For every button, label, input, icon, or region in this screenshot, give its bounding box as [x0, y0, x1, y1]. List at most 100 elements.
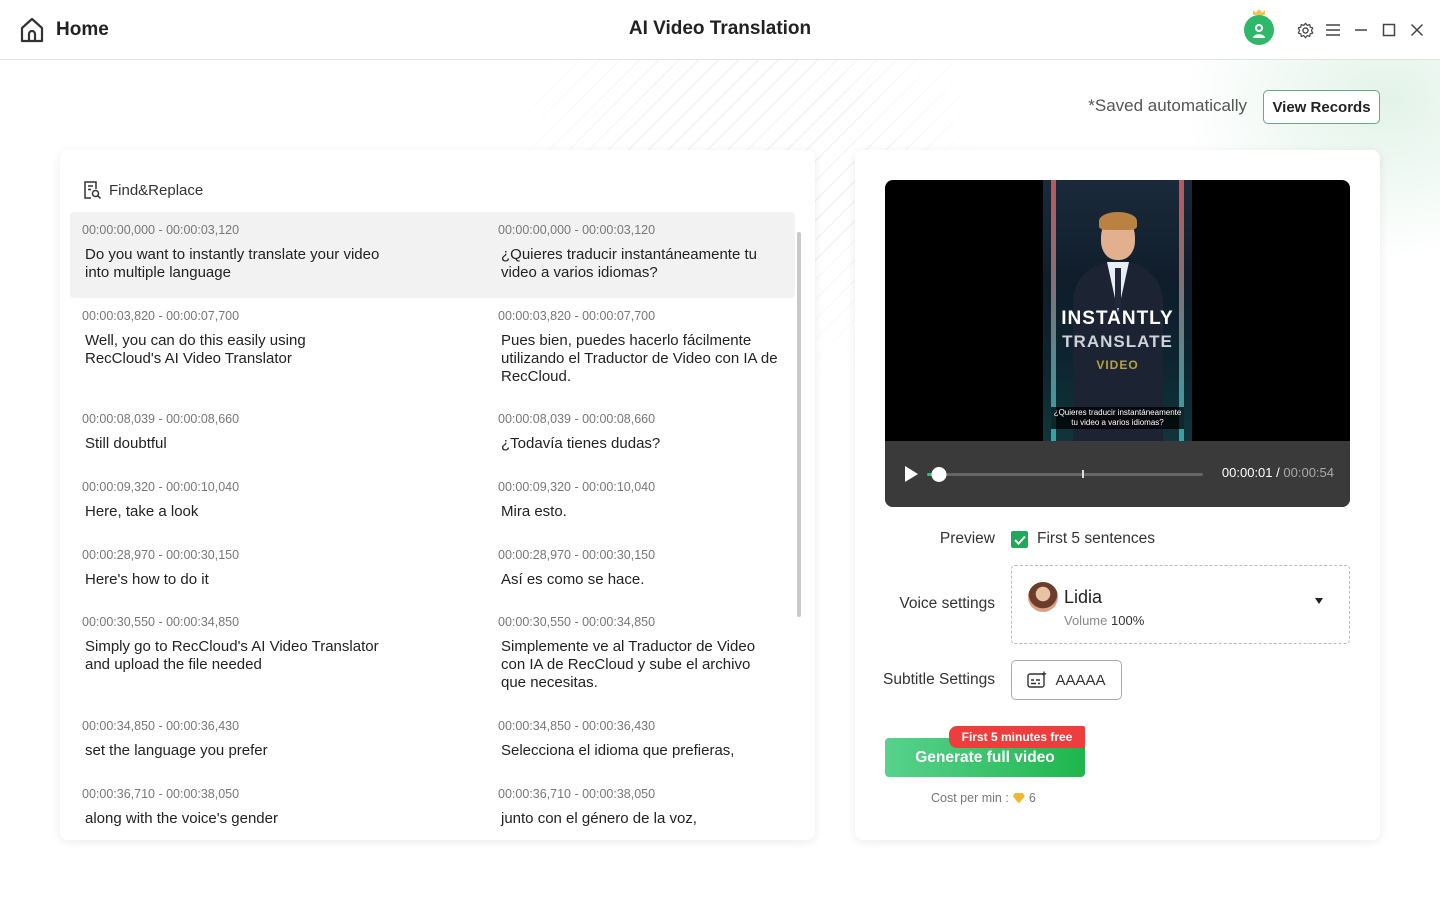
seek-bar-marker: [1082, 470, 1084, 478]
menu-button[interactable]: [1324, 21, 1342, 39]
preview-label: Preview: [939, 530, 995, 547]
subtitle-list: 00:00:00,000 - 00:00:03,120 Do you want t…: [70, 212, 795, 840]
translated-text[interactable]: Así es como se hace.: [498, 571, 778, 589]
subtitle-row[interactable]: 00:00:30,550 - 00:00:34,850 Simply go to …: [70, 604, 795, 708]
settings-button[interactable]: [1296, 21, 1314, 39]
maximize-icon: [1382, 23, 1396, 37]
preview-settings-panel: INSTANTLY TRANSLATE VIDEO ¿Quieres tradu…: [855, 150, 1380, 840]
video-player: INSTANTLY TRANSLATE VIDEO ¿Quieres tradu…: [885, 180, 1350, 507]
video-frame[interactable]: INSTANTLY TRANSLATE VIDEO ¿Quieres tradu…: [1043, 180, 1192, 441]
diamond-icon: [1012, 792, 1025, 804]
subtitle-row[interactable]: 00:00:36,710 - 00:00:38,050 along with th…: [70, 776, 795, 840]
scrollbar[interactable]: [797, 232, 801, 617]
target-column: 00:00:28,970 - 00:00:30,150 Así es como s…: [498, 547, 778, 589]
translated-text[interactable]: Pues bien, puedes hacerlo fácilmente uti…: [498, 332, 778, 386]
free-minutes-badge: First 5 minutes free: [949, 726, 1085, 748]
target-timestamp: 00:00:09,320 - 00:00:10,040: [498, 480, 656, 494]
find-replace-button[interactable]: Find&Replace: [82, 180, 203, 200]
video-title-line3: VIDEO: [1096, 358, 1139, 372]
dropdown-arrow-icon[interactable]: [1315, 598, 1323, 604]
source-text[interactable]: Still doubtful: [82, 435, 382, 453]
subtitle-row[interactable]: 00:00:00,000 - 00:00:03,120 Do you want t…: [70, 212, 795, 298]
source-timestamp: 00:00:28,970 - 00:00:30,150: [82, 548, 240, 562]
cost-label: Cost per min :: [931, 791, 1009, 805]
source-text[interactable]: set the language you prefer: [82, 742, 382, 760]
source-timestamp: 00:00:09,320 - 00:00:10,040: [82, 480, 240, 494]
source-column: 00:00:30,550 - 00:00:34,850 Simply go to …: [82, 614, 382, 674]
home-button[interactable]: Home: [18, 15, 109, 45]
source-timestamp: 00:00:08,039 - 00:00:08,660: [82, 412, 240, 426]
source-column: 00:00:09,320 - 00:00:10,040 Here, take a …: [82, 479, 382, 521]
player-controls: 00:00:01 / 00:00:54: [885, 441, 1350, 507]
translated-text[interactable]: ¿Todavía tienes dudas?: [498, 435, 778, 453]
close-button[interactable]: [1408, 21, 1426, 39]
source-timestamp: 00:00:00,000 - 00:00:03,120: [82, 223, 240, 237]
voice-name: Lidia: [1064, 587, 1103, 607]
title-bar: Home AI Video Translation: [0, 0, 1440, 60]
source-text[interactable]: Well, you can do this easily using RecCl…: [82, 332, 382, 368]
source-column: 00:00:28,970 - 00:00:30,150 Here's how to…: [82, 547, 382, 589]
translated-text[interactable]: Simplemente ve al Traductor de Video con…: [498, 638, 778, 692]
subtitle-row[interactable]: 00:00:09,320 - 00:00:10,040 Here, take a …: [70, 469, 795, 537]
subtitle-row[interactable]: 00:00:34,850 - 00:00:36,430 set the langu…: [70, 708, 795, 776]
play-icon[interactable]: [903, 465, 919, 483]
checkmark-icon: [1013, 535, 1026, 545]
maximize-button[interactable]: [1380, 21, 1398, 39]
source-text[interactable]: Do you want to instantly translate your …: [82, 246, 382, 282]
view-records-button[interactable]: View Records: [1263, 90, 1380, 124]
minimize-button[interactable]: [1352, 21, 1370, 39]
subtitle-row[interactable]: 00:00:28,970 - 00:00:30,150 Here's how to…: [70, 537, 795, 604]
minimize-icon: [1355, 29, 1367, 31]
volume-value: 100%: [1111, 613, 1145, 628]
subtitle-style-label: AAAAA: [1055, 671, 1106, 689]
target-timestamp: 00:00:03,820 - 00:00:07,700: [498, 309, 656, 323]
target-timestamp: 00:00:08,039 - 00:00:08,660: [498, 412, 656, 426]
subtitle-style-icon: [1027, 671, 1047, 688]
find-replace-label: Find&Replace: [109, 181, 204, 199]
voice-avatar: [1028, 582, 1058, 612]
translated-text[interactable]: junto con el género de la voz,: [498, 810, 778, 828]
source-text[interactable]: Simply go to RecCloud's AI Video Transla…: [82, 638, 382, 674]
subtitle-row[interactable]: 00:00:08,039 - 00:00:08,660 Still doubtfu…: [70, 401, 795, 469]
seek-bar-thumb[interactable]: [931, 467, 947, 482]
voice-selector[interactable]: Lidia Volume 100%: [1011, 565, 1350, 644]
cost-value: 6: [1028, 791, 1036, 805]
source-timestamp: 00:00:03,820 - 00:00:07,700: [82, 309, 240, 323]
voice-volume: Volume 100%: [1064, 613, 1144, 628]
subtitle-row[interactable]: 00:00:03,820 - 00:00:07,700 Well, you can…: [70, 298, 795, 401]
subtitle-settings-label: Subtitle Settings: [882, 671, 995, 688]
source-column: 00:00:08,039 - 00:00:08,660 Still doubtfu…: [82, 411, 382, 453]
presenter-tie: [1115, 268, 1121, 308]
subtitle-style-button[interactable]: AAAAA: [1011, 660, 1122, 700]
translated-text[interactable]: Mira esto.: [498, 503, 778, 521]
volume-label: Volume: [1064, 613, 1108, 628]
home-label: Home: [56, 19, 109, 40]
window-controls: [1244, 9, 1426, 45]
source-timestamp: 00:00:34,850 - 00:00:36,430: [82, 719, 240, 733]
menu-icon: [1326, 24, 1340, 36]
voice-settings-label: Voice settings: [899, 595, 995, 612]
target-timestamp: 00:00:34,850 - 00:00:36,430: [498, 719, 656, 733]
time-display: 00:00:01 / 00:00:54: [1222, 465, 1334, 480]
source-text[interactable]: Here's how to do it: [82, 571, 382, 589]
subtitle-editor-panel: Find&Replace 00:00:00,000 - 00:00:03,120…: [60, 150, 815, 840]
preview-option-label[interactable]: First 5 sentences: [1037, 530, 1155, 548]
translated-text[interactable]: Selecciona el idioma que prefieras,: [498, 742, 778, 760]
find-replace-icon: [84, 181, 102, 200]
video-subtitle: ¿Quieres traducir instantáneamente tu vi…: [1051, 407, 1184, 429]
autosave-status: *Saved automatically: [1088, 96, 1247, 115]
source-text[interactable]: along with the voice's gender: [82, 810, 382, 828]
user-avatar-button[interactable]: [1244, 9, 1274, 45]
preview-checkbox[interactable]: [1011, 531, 1028, 548]
settings-gear-icon: [1297, 22, 1313, 38]
source-column: 00:00:34,850 - 00:00:36,430 set the langu…: [82, 718, 382, 760]
translated-text[interactable]: ¿Quieres traducir instantáneamente tu vi…: [498, 246, 778, 282]
seek-bar[interactable]: [927, 467, 1203, 482]
target-column: 00:00:08,039 - 00:00:08,660 ¿Todavía tien…: [498, 411, 778, 453]
source-timestamp: 00:00:30,550 - 00:00:34,850: [82, 615, 240, 629]
source-column: 00:00:00,000 - 00:00:03,120 Do you want t…: [82, 222, 382, 282]
source-text[interactable]: Here, take a look: [82, 503, 382, 521]
target-column: 00:00:30,550 - 00:00:34,850 Simplemente v…: [498, 614, 778, 692]
source-column: 00:00:03,820 - 00:00:07,700 Well, you can…: [82, 308, 382, 368]
video-title-line2: TRANSLATE: [1062, 332, 1173, 351]
